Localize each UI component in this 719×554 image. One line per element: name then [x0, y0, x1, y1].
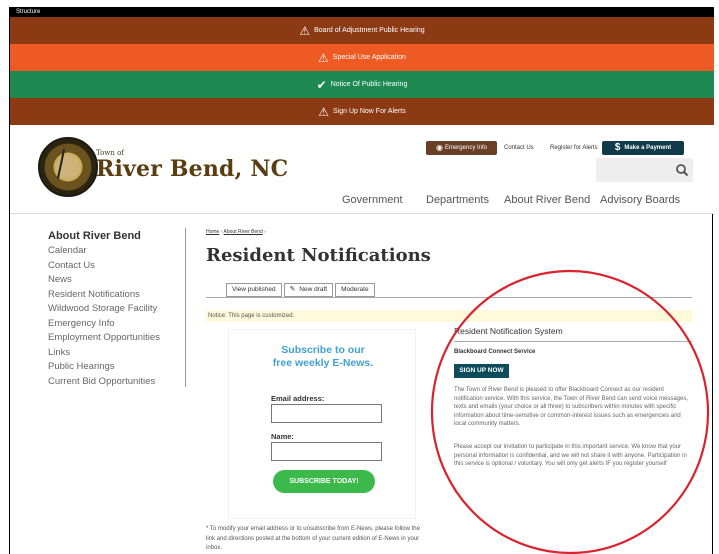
sidebar-item-contact-us[interactable]: Contact Us	[48, 259, 198, 274]
alert-text: Sign Up Now For Alerts	[333, 108, 406, 115]
email-field[interactable]	[271, 404, 382, 423]
contact-us-link[interactable]: Contact Us	[504, 141, 534, 155]
alert-bar[interactable]: ⚠ Sign Up Now For Alerts	[10, 98, 714, 125]
sidebar-item-news[interactable]: News	[48, 273, 198, 288]
dollar-icon: $	[614, 142, 621, 153]
structure-bar: Structure	[10, 7, 714, 17]
header-divider	[10, 213, 714, 214]
pencil-icon: ✎	[289, 286, 296, 293]
sidebar-item-emergency-info[interactable]: Emergency Info	[48, 317, 198, 332]
breadcrumb: Home › About River Bend ›	[206, 229, 266, 235]
sidebar: About River Bend Calendar Contact Us New…	[48, 229, 198, 389]
register-alerts-link[interactable]: Register for Alerts	[550, 141, 598, 155]
email-label: Email address:	[271, 394, 325, 403]
subscribe-form: Subscribe to our free weekly E-News. Ema…	[228, 329, 416, 519]
structure-label: Structure	[16, 9, 41, 15]
nav-departments[interactable]: Departments	[426, 193, 489, 207]
breadcrumb-home[interactable]: Home	[206, 229, 219, 235]
sidebar-item-calendar[interactable]: Calendar	[48, 244, 198, 259]
subscribe-heading-line1: Subscribe to our	[281, 344, 365, 356]
page-title: Resident Notifications	[206, 245, 431, 266]
sidebar-title[interactable]: About River Bend	[48, 229, 198, 243]
nav-about-river-bend[interactable]: About River Bend	[504, 193, 590, 207]
red-annotation-oval	[430, 269, 710, 554]
site-header: Town of River Bend, NC ◉ Emergency Info …	[10, 125, 714, 213]
sidebar-item-public-hearings[interactable]: Public Hearings	[48, 360, 198, 375]
alert-text: Notice Of Public Hearing	[330, 81, 408, 88]
tab-moderate[interactable]: Moderate	[335, 283, 375, 297]
emergency-info-label: Emergency Info	[444, 145, 487, 151]
name-label: Name:	[271, 432, 294, 441]
tab-new-draft-label: New draft	[299, 286, 328, 293]
warning-icon: ⚠	[318, 104, 329, 119]
sidebar-item-employment[interactable]: Employment Opportunities	[48, 331, 198, 346]
sidebar-divider	[185, 228, 186, 387]
alert-text: Board of Adjustment Public Hearing	[314, 27, 425, 34]
alert-circle-icon: ◉	[435, 143, 443, 152]
town-seal-logo[interactable]	[38, 137, 98, 197]
sidebar-item-resident-notifications[interactable]: Resident Notifications	[48, 288, 198, 303]
moderation-tabs: View published ✎ New draft Moderate	[226, 283, 375, 297]
emergency-info-button[interactable]: ◉ Emergency Info	[426, 141, 497, 155]
nav-government[interactable]: Government	[342, 193, 403, 207]
sidebar-item-bid-opportunities[interactable]: Current Bid Opportunities	[48, 375, 198, 390]
alert-bar[interactable]: ⚠ Special Use Application	[10, 44, 714, 71]
make-payment-label: Make a Payment	[624, 145, 672, 151]
alert-bar[interactable]: ⚠ Board of Adjustment Public Hearing	[10, 17, 714, 44]
check-icon: ✔	[316, 77, 327, 92]
subscribe-button[interactable]: SUBSCRIBE TODAY!	[273, 470, 375, 493]
breadcrumb-about[interactable]: About River Bend	[224, 229, 263, 235]
breadcrumb-separator: ›	[220, 229, 223, 235]
brand-name[interactable]: River Bend, NC	[96, 156, 288, 182]
subscribe-heading-line2: free weekly E-News.	[272, 357, 374, 369]
tab-new-draft[interactable]: ✎ New draft	[283, 283, 334, 297]
search-icon[interactable]	[675, 163, 689, 177]
warning-icon: ⚠	[318, 50, 329, 65]
breadcrumb-separator: ›	[264, 229, 266, 235]
alert-text: Special Use Application	[332, 54, 406, 61]
nav-advisory-boards[interactable]: Advisory Boards	[600, 193, 680, 207]
subscribe-heading: Subscribe to our free weekly E-News.	[229, 344, 417, 370]
page: Structure ⚠ Board of Adjustment Public H…	[9, 7, 714, 554]
sidebar-item-wildwood-storage[interactable]: Wildwood Storage Facility	[48, 302, 198, 317]
make-payment-button[interactable]: $ Make a Payment	[602, 141, 684, 155]
sidebar-item-links[interactable]: Links	[48, 346, 198, 361]
name-field[interactable]	[271, 442, 382, 461]
tab-view-published[interactable]: View published	[226, 283, 282, 297]
warning-icon: ⚠	[299, 23, 311, 38]
subscribe-note: * To modify your email address or to uns…	[206, 526, 420, 551]
alert-bar[interactable]: ✔ Notice Of Public Hearing	[10, 71, 714, 98]
